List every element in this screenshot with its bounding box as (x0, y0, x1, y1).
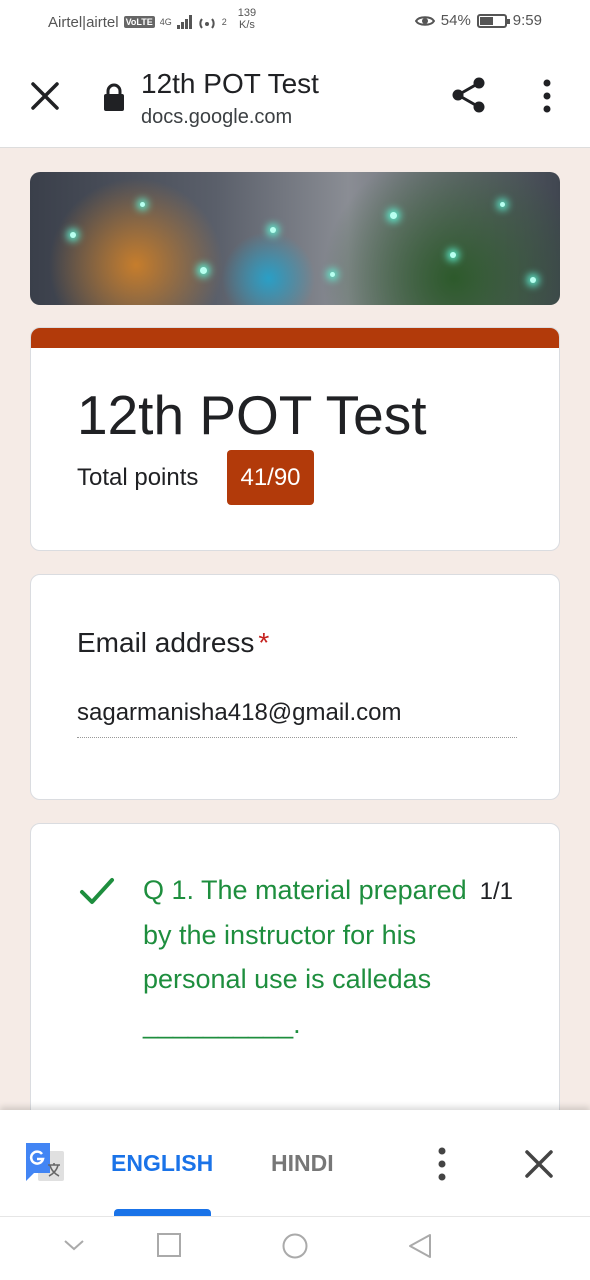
carrier-label: Airtel|airtel (48, 13, 119, 31)
tab-hindi[interactable]: HINDI (271, 1150, 334, 1177)
selected-tab-indicator (114, 1209, 211, 1216)
back-icon[interactable] (408, 1233, 432, 1259)
eye-icon (414, 15, 435, 26)
email-label-text: Email address (77, 627, 255, 658)
page-domain: docs.google.com (141, 106, 293, 128)
google-translate-icon[interactable] (24, 1141, 66, 1183)
home-icon[interactable] (282, 1233, 308, 1259)
network-speed: 139 K/s (238, 7, 256, 31)
battery-percent: 54% (440, 12, 471, 29)
translate-bar: ENGLISH HINDI (0, 1110, 590, 1216)
tab-english[interactable]: ENGLISH (111, 1150, 213, 1177)
required-mark: * (258, 627, 270, 658)
hotspot-count: 2 (221, 17, 227, 27)
email-label: Email address * (77, 627, 269, 659)
score-badge: 41/90 (227, 450, 314, 505)
volte-badge: VoLTE (123, 16, 155, 28)
page-title: 12th POT Test (141, 68, 319, 99)
check-icon (80, 878, 114, 904)
network-type: 4G (159, 17, 172, 27)
speed-value: 139 (237, 7, 257, 19)
battery-icon (476, 13, 510, 28)
translate-more-icon[interactable] (432, 1146, 452, 1182)
translate-close-icon[interactable] (522, 1147, 556, 1181)
email-field: sagarmanisha418@gmail.com (77, 699, 517, 738)
hotspot-icon (199, 18, 215, 29)
speed-unit: K/s (239, 19, 255, 31)
question-card: Q 1. The material prepared by the instru… (30, 823, 560, 1143)
close-icon[interactable] (28, 79, 62, 113)
recents-icon[interactable] (157, 1233, 181, 1257)
form-title-card: 12th POT Test Total points 41/90 (30, 327, 560, 551)
more-vert-icon[interactable] (537, 78, 557, 114)
lock-icon[interactable] (102, 83, 126, 111)
email-card: Email address * sagarmanisha418@gmail.com (30, 574, 560, 800)
status-left: Airtel|airtel VoLTE 4G 2 139 K/s (48, 7, 256, 32)
browser-header: 12th POT Test docs.google.com (0, 46, 590, 148)
system-nav-bar (0, 1216, 590, 1280)
signal-icon (176, 15, 192, 29)
question-text: Q 1. The material prepared by the instru… (143, 875, 467, 1039)
form-header-image (30, 172, 560, 305)
share-icon[interactable] (449, 75, 489, 115)
accent-bar (31, 328, 559, 348)
status-right: 54% 9:59 (414, 12, 542, 29)
chevron-down-icon[interactable] (62, 1233, 86, 1257)
total-points-label: Total points (77, 464, 199, 491)
status-bar: Airtel|airtel VoLTE 4G 2 139 K/s 54% 9:5… (0, 0, 590, 46)
question-score: 1/1 (479, 878, 513, 905)
clock: 9:59 (512, 12, 542, 29)
form-title: 12th POT Test (77, 384, 427, 446)
